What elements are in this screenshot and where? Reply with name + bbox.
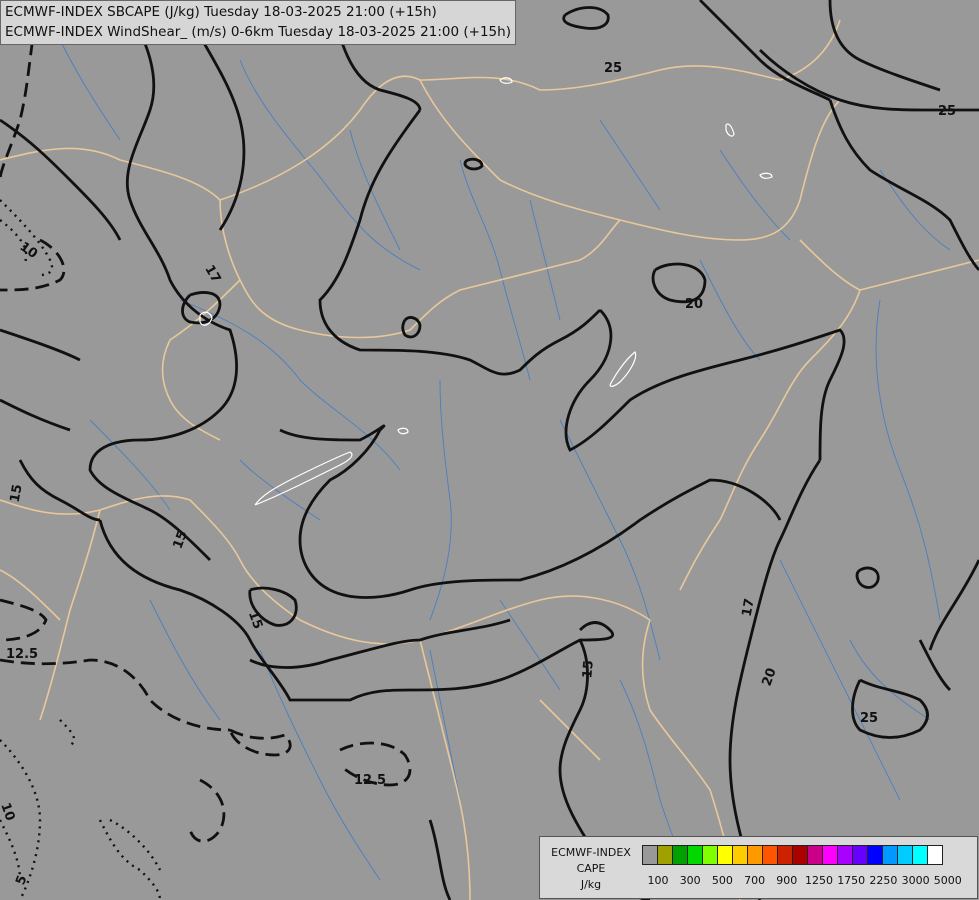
legend-swatch	[897, 845, 913, 865]
legend-swatch	[642, 845, 658, 865]
contour-label: 20	[685, 297, 703, 312]
legend-swatch	[837, 845, 853, 865]
legend-swatch	[717, 845, 733, 865]
legend-tick-label: 100	[647, 874, 669, 887]
legend-unit: J/kg	[580, 878, 602, 891]
legend-tick-label: 500	[711, 874, 733, 887]
cape-legend: ECMWF-INDEX CAPE J/kg 100 300 500 700 900 125…	[539, 836, 978, 899]
legend-swatch	[882, 845, 898, 865]
legend-tick-label: 900	[776, 874, 798, 887]
legend-tick-label: 1250	[805, 874, 833, 887]
legend-swatch	[732, 845, 748, 865]
legend-swatch	[867, 845, 883, 865]
legend-quantity: CAPE	[576, 862, 606, 875]
legend-swatch	[687, 845, 703, 865]
legend-swatch	[777, 845, 793, 865]
legend-swatch	[807, 845, 823, 865]
legend-tick-label: 300	[679, 874, 701, 887]
legend-ticks: 100 300 500 700 900 1250 1750 2250 3000 5000	[640, 874, 975, 888]
legend-swatch	[792, 845, 808, 865]
contour-label: 25	[938, 104, 956, 119]
weather-map: 25 25 20 17 15 15 15 15 17 20 25 10 12.5…	[0, 0, 979, 900]
legend-swatch	[912, 845, 928, 865]
legend-tick-label: 3000	[901, 874, 930, 887]
title-line-windshear: ECMWF-INDEX WindShear_ (m/s) 0-6km Tuesd…	[5, 24, 511, 40]
legend-swatch	[762, 845, 778, 865]
legend-tick-label: 1750	[837, 874, 866, 887]
legend-swatch	[702, 845, 718, 865]
legend-tick-label: 5000	[933, 874, 962, 887]
contour-label: 15	[8, 483, 26, 503]
legend-color-scale	[642, 845, 943, 865]
contour-label: 25	[860, 711, 878, 726]
legend-tick-label: 2250	[869, 874, 898, 887]
contour-label: 12.5	[354, 773, 386, 788]
contour-label: 25	[604, 61, 622, 76]
legend-swatch	[747, 845, 763, 865]
title-line-sbcape: ECMWF-INDEX SBCAPE (J/kg) Tuesday 18-03-…	[5, 4, 437, 20]
contour-label: 12.5	[6, 647, 38, 662]
legend-swatch	[672, 845, 688, 865]
legend-swatch	[852, 845, 868, 865]
contour-label: 15	[580, 660, 597, 679]
legend-swatch	[822, 845, 838, 865]
title-box: ECMWF-INDEX SBCAPE (J/kg) Tuesday 18-03-…	[0, 0, 516, 45]
legend-swatch	[927, 845, 943, 865]
map-stage: 25 25 20 17 15 15 15 15 17 20 25 10 12.5…	[0, 0, 979, 900]
legend-title: ECMWF-INDEX	[551, 846, 631, 859]
legend-tick-label: 700	[744, 874, 766, 887]
legend-swatch	[657, 845, 673, 865]
contour-label: 17	[740, 597, 758, 617]
